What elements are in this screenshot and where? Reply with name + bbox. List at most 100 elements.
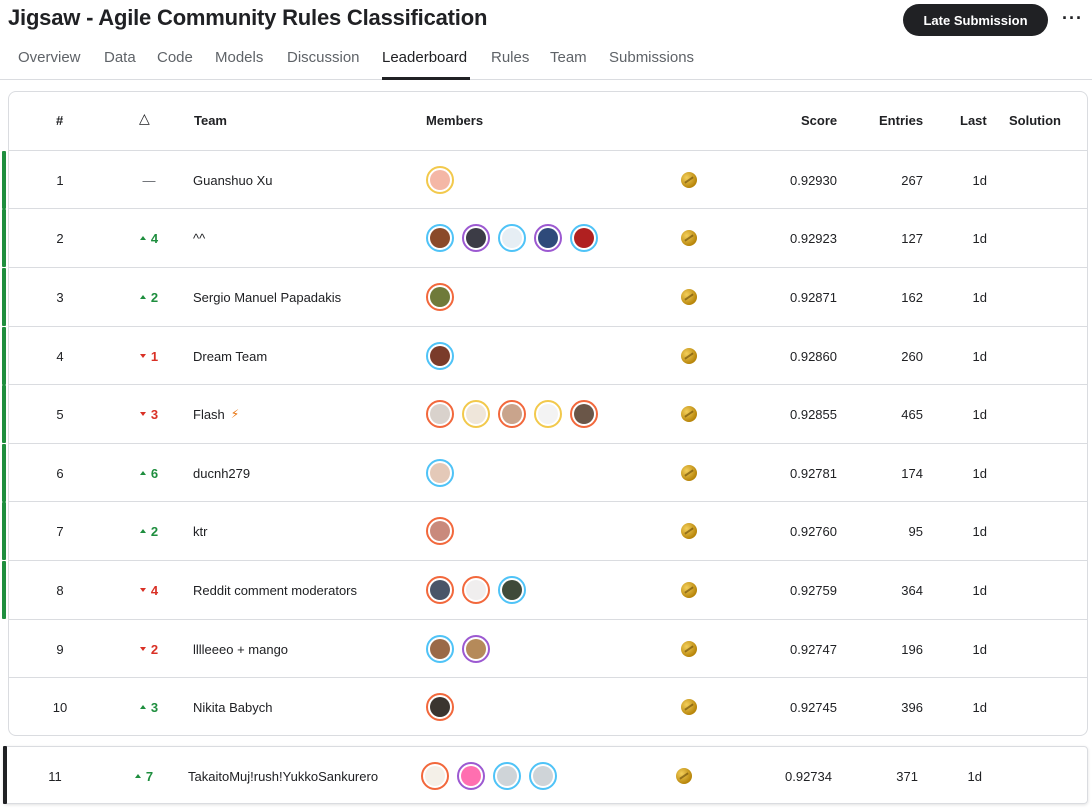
avatar[interactable]: [529, 762, 557, 790]
team-name-label[interactable]: ktr: [193, 524, 207, 539]
avatar[interactable]: [426, 342, 454, 370]
medal-cell: [674, 747, 694, 805]
team-name[interactable]: Sergio Manuel Papadakis: [193, 268, 413, 326]
team-name[interactable]: Nikita Babych: [193, 678, 413, 736]
avatar[interactable]: [426, 400, 454, 428]
avatar[interactable]: [462, 224, 490, 252]
avatar[interactable]: [534, 400, 562, 428]
avatar[interactable]: [498, 224, 526, 252]
table-row[interactable]: 8 4 Reddit comment moderators 0.92759 364 1d: [2, 560, 1087, 619]
avatar[interactable]: [498, 400, 526, 428]
avatar[interactable]: [534, 224, 562, 252]
table-row[interactable]: 6 6 ducnh279 0.92781 174 1d: [2, 443, 1087, 502]
medal-cell: [679, 327, 699, 385]
medal-cell: [679, 678, 699, 736]
team-name-label[interactable]: Flash: [193, 407, 225, 422]
members-cell: [426, 502, 686, 560]
rank-change: 2: [129, 502, 169, 560]
avatar-image: [502, 580, 522, 600]
team-name[interactable]: Guanshuo Xu: [193, 151, 413, 209]
team-name-label[interactable]: Dream Team: [193, 349, 267, 364]
late-submission-button[interactable]: Late Submission: [903, 4, 1048, 36]
active-tab-indicator: [382, 77, 470, 80]
avatar[interactable]: [462, 635, 490, 663]
tab-data[interactable]: Data: [104, 49, 136, 66]
rank-change: 4: [129, 561, 169, 619]
table-row[interactable]: 1 — Guanshuo Xu 0.92930 267 1d: [2, 150, 1087, 209]
header-delta[interactable]: △: [139, 110, 150, 127]
rank-change-value: 2: [150, 523, 159, 539]
team-name-label[interactable]: ducnh279: [193, 466, 250, 481]
table-row[interactable]: 10 3 Nikita Babych 0.92745 396 1d: [9, 677, 1087, 735]
table-row[interactable]: 9 2 lllleeeo + mango 0.92747 196 1d: [9, 619, 1087, 677]
header-entries[interactable]: Entries: [879, 113, 923, 128]
rank-cell: 7: [56, 523, 64, 539]
avatar-image: [430, 521, 450, 541]
team-name-label[interactable]: TakaitoMuj!rush!YukkoSankurero: [188, 769, 378, 784]
table-row[interactable]: 2 4 ^^ 0.92923 127 1d: [2, 208, 1087, 267]
score-cell: 0.92747: [790, 641, 837, 657]
team-name-label[interactable]: lllleeeo + mango: [193, 642, 288, 657]
avatar[interactable]: [462, 576, 490, 604]
score-cell: 0.92745: [790, 699, 837, 715]
avatar[interactable]: [457, 762, 485, 790]
team-name-label[interactable]: Reddit comment moderators: [193, 583, 357, 598]
avatar[interactable]: [426, 283, 454, 311]
rank-change-value: 3: [150, 699, 159, 715]
avatar[interactable]: [493, 762, 521, 790]
tab-leaderboard[interactable]: Leaderboard: [382, 49, 467, 66]
team-name[interactable]: ^^: [193, 209, 413, 267]
last-submission-cell: 1d: [972, 699, 987, 715]
team-name[interactable]: Dream Team: [193, 327, 413, 385]
header-score[interactable]: Score: [801, 113, 837, 128]
team-name-label[interactable]: Guanshuo Xu: [193, 173, 273, 188]
rank-change-value: 2: [150, 641, 159, 657]
avatar[interactable]: [421, 762, 449, 790]
score-cell: 0.92759: [790, 582, 837, 598]
header-team[interactable]: Team: [194, 113, 227, 128]
team-name[interactable]: ducnh279: [193, 444, 413, 502]
team-name-label[interactable]: ^^: [193, 231, 205, 246]
avatar[interactable]: [570, 400, 598, 428]
score-cell: 0.92923: [790, 230, 837, 246]
team-name-label[interactable]: Sergio Manuel Papadakis: [193, 290, 341, 305]
avatar[interactable]: [570, 224, 598, 252]
tab-submissions[interactable]: Submissions: [609, 49, 694, 66]
header-last[interactable]: Last: [960, 113, 987, 128]
tab-team[interactable]: Team: [550, 49, 587, 66]
avatar[interactable]: [498, 576, 526, 604]
tab-models[interactable]: Models: [215, 49, 263, 66]
tab-code[interactable]: Code: [157, 49, 193, 66]
table-row[interactable]: 5 3 Flash ⚡ 0.92855 465 1d: [2, 384, 1087, 443]
tab-rules[interactable]: Rules: [491, 49, 529, 66]
avatar-image: [461, 766, 481, 786]
avatar[interactable]: [426, 635, 454, 663]
arrow-up-icon: [134, 774, 141, 778]
tab-overview[interactable]: Overview: [18, 49, 81, 66]
avatar[interactable]: [426, 517, 454, 545]
avatar[interactable]: [426, 459, 454, 487]
header-rank[interactable]: #: [56, 113, 63, 128]
table-row[interactable]: 4 1 Dream Team 0.92860 260 1d: [2, 326, 1087, 385]
table-row[interactable]: 3 2 Sergio Manuel Papadakis 0.92871 162 1d: [2, 267, 1087, 326]
avatar[interactable]: [426, 693, 454, 721]
team-name[interactable]: lllleeeo + mango: [193, 620, 413, 678]
avatar[interactable]: [426, 224, 454, 252]
avatar[interactable]: [426, 576, 454, 604]
team-name[interactable]: Reddit comment moderators: [193, 561, 413, 619]
team-name[interactable]: TakaitoMuj!rush!YukkoSankurero: [188, 747, 408, 805]
team-name[interactable]: ktr: [193, 502, 413, 560]
my-team-row[interactable]: 11 7 TakaitoMuj!rush!YukkoSankurero 0.92734…: [3, 746, 1088, 804]
last-submission-cell: 1d: [972, 348, 987, 364]
entries-cell: 465: [901, 406, 923, 422]
last-submission-cell: 1d: [972, 641, 987, 657]
more-options-icon[interactable]: ···: [1062, 8, 1083, 28]
tab-discussion[interactable]: Discussion: [287, 49, 360, 66]
rank-change-value: 6: [150, 465, 159, 481]
avatar[interactable]: [426, 166, 454, 194]
team-name-label[interactable]: Nikita Babych: [193, 700, 272, 715]
table-row[interactable]: 7 2 ktr 0.92760 95 1d: [2, 501, 1087, 560]
entries-cell: 267: [901, 172, 923, 188]
team-name[interactable]: Flash ⚡: [193, 385, 413, 443]
avatar[interactable]: [462, 400, 490, 428]
